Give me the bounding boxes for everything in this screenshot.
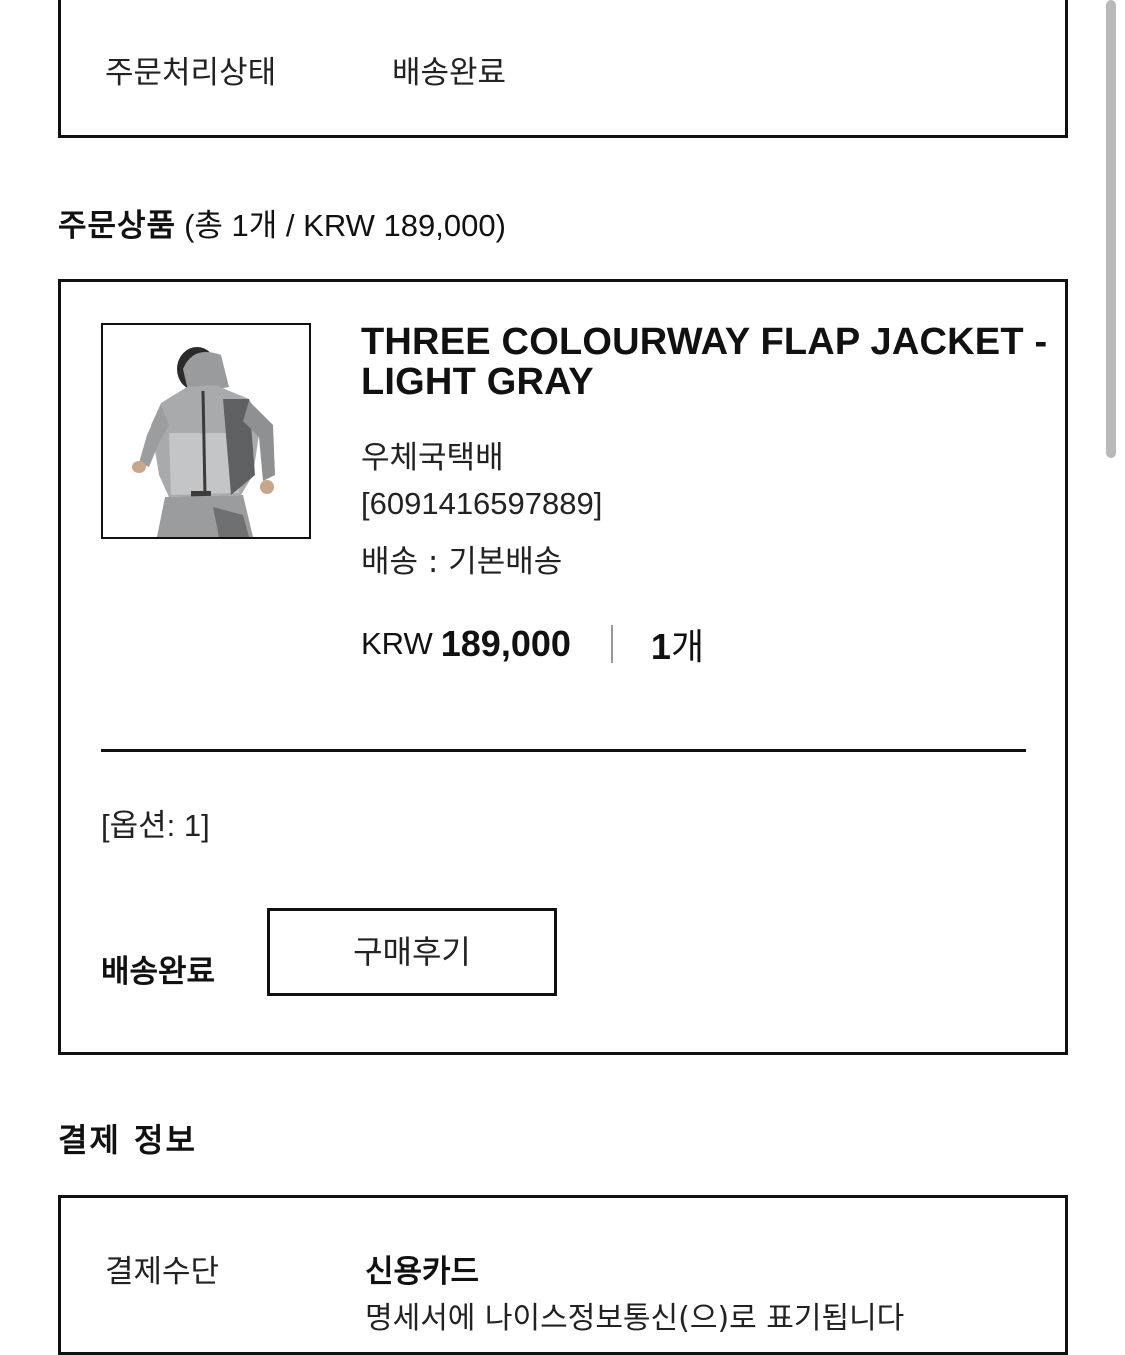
product-image[interactable] bbox=[101, 323, 311, 539]
payment-info-box: 결제수단 신용카드 명세서에 나이스정보통신(으)로 표기됩니다 bbox=[58, 1195, 1068, 1355]
quantity-unit: 개 bbox=[670, 627, 705, 668]
quantity-number: 1 bbox=[650, 626, 671, 667]
order-status-value: 배송완료 bbox=[392, 55, 507, 91]
price-amount: 189,000 bbox=[440, 623, 571, 664]
payment-statement-note: 명세서에 나이스정보통신(으)로 표기됩니다 bbox=[365, 1301, 905, 1336]
tracking-number[interactable]: [6091416597889] bbox=[361, 486, 602, 522]
scrollbar[interactable] bbox=[1106, 0, 1116, 458]
order-status-label: 주문처리상태 bbox=[105, 55, 277, 91]
payment-method-value: 신용카드 bbox=[365, 1254, 480, 1290]
divider bbox=[101, 749, 1026, 752]
shipping-method: 배송 : 기본배송 bbox=[361, 544, 563, 580]
payment-method-label: 결제수단 bbox=[105, 1254, 220, 1290]
quantity: 1개 bbox=[650, 626, 705, 668]
ordered-products-title: 주문상품 bbox=[58, 208, 177, 244]
price-separator bbox=[610, 625, 613, 663]
price-currency: KRW bbox=[361, 626, 433, 661]
product-name[interactable]: THREE COLOURWAY FLAP JACKET - LIGHT GRAY bbox=[361, 322, 1051, 402]
jacket-model-photo-icon bbox=[103, 325, 309, 537]
payment-info-heading: 결제 정보 bbox=[58, 1121, 197, 1159]
shipping-carrier: 우체국택배 bbox=[361, 440, 504, 476]
product-option: [옵션: 1] bbox=[101, 808, 210, 843]
product-card: THREE COLOURWAY FLAP JACKET - LIGHT GRAY… bbox=[58, 279, 1068, 1055]
delivery-status: 배송완료 bbox=[101, 954, 216, 990]
order-status-box: 주문처리상태 배송완료 bbox=[58, 0, 1068, 138]
price-quantity-row: KRW 189,000 1개 bbox=[361, 618, 704, 668]
ordered-products-summary: (총 1개 / KRW 189,000) bbox=[184, 208, 506, 243]
write-review-button[interactable]: 구매후기 bbox=[267, 908, 557, 996]
ordered-products-heading: 주문상품 (총 1개 / KRW 189,000) bbox=[58, 200, 506, 245]
